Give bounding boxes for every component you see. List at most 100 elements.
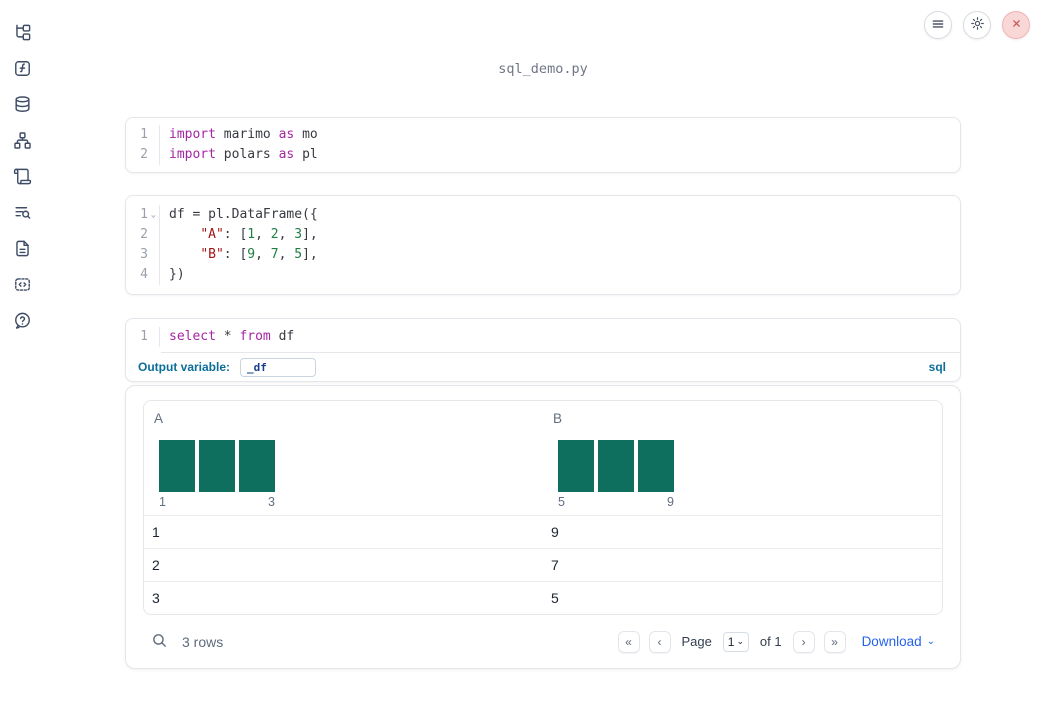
column-name[interactable]: A [144, 411, 543, 426]
histogram-bar[interactable] [199, 440, 235, 492]
sql-language-badge: sql [928, 360, 946, 374]
gutter-spacer [148, 145, 160, 165]
gutter-spacer [148, 265, 160, 285]
close-icon [1010, 17, 1023, 33]
file-tree-icon [13, 23, 32, 45]
histogram-axis-labels: 1 3 [159, 495, 275, 509]
pagination: « ‹ Page 1 ⌄ of 1 › » Download ⌄ [617, 630, 944, 653]
output-variable-input[interactable] [240, 357, 317, 377]
chevrons-left-icon: « [625, 634, 632, 649]
sidebar [0, 0, 44, 713]
table-cell: 1 [152, 524, 160, 540]
sidebar-item-help[interactable] [11, 312, 33, 331]
search-icon[interactable] [151, 632, 168, 652]
histogram-min-label: 1 [159, 495, 166, 509]
sidebar-item-snippets[interactable] [11, 276, 33, 295]
page-select-value: 1 [727, 634, 735, 649]
histogram-axis-labels: 5 9 [558, 495, 674, 509]
code-cell-dataframe[interactable]: 1 ⌄ df = pl.DataFrame({2 "A": [1, 2, 3], 3 … [125, 195, 961, 295]
column-name[interactable]: B [543, 411, 942, 426]
line-number: 1 [140, 329, 148, 344]
histogram-bar[interactable] [239, 440, 275, 492]
table-cell: 7 [551, 557, 559, 573]
sidebar-item-dependency-graph[interactable] [11, 131, 33, 153]
histogram-max-label: 9 [667, 495, 674, 509]
table-cell: 3 [152, 590, 160, 606]
table-row[interactable]: 27 [144, 548, 942, 581]
line-number: 2 [140, 227, 148, 242]
code-line-text[interactable]: import marimo as mo [160, 125, 318, 145]
line-number: 1 [140, 207, 148, 222]
code-snippet-icon [13, 275, 32, 297]
code-line-text[interactable]: }) [160, 265, 185, 285]
sql-cell-footer: Output variable: sql [126, 353, 960, 381]
sidebar-item-file-tree[interactable] [11, 24, 33, 43]
sidebar-item-datasources[interactable] [11, 95, 33, 117]
table-output-card: A 1 3 B 5 9 1 9 2 7 3 5 3 rows « ‹ Page … [125, 385, 961, 669]
code-editor[interactable]: 1 ⌄ df = pl.DataFrame({2 "A": [1, 2, 3], 3 … [126, 205, 960, 285]
chevron-left-icon: ‹ [657, 634, 662, 649]
gutter-spacer [148, 327, 160, 347]
code-editor[interactable]: 1 select * from df [126, 319, 960, 352]
notebook-title: sql_demo.py [498, 61, 588, 77]
histogram-bar[interactable] [598, 440, 634, 492]
topbar [924, 11, 1030, 39]
previous-page-button[interactable]: ‹ [648, 630, 671, 653]
gutter-spacer [148, 245, 160, 265]
code-line-text[interactable]: df = pl.DataFrame({ [160, 205, 318, 225]
sidebar-item-tracing[interactable] [11, 204, 33, 223]
line-number: 4 [140, 267, 148, 282]
menu-button[interactable] [924, 11, 952, 39]
histogram-bar[interactable] [558, 440, 594, 492]
code-line-text[interactable]: "B": [9, 7, 5], [160, 245, 317, 265]
scroll-icon [13, 167, 32, 189]
last-page-button[interactable]: » [823, 630, 846, 653]
histogram-min-label: 5 [558, 495, 565, 509]
table-row[interactable]: 35 [144, 581, 942, 614]
code-editor[interactable]: 1 import marimo as mo 2 import polars as pl [126, 125, 960, 165]
page-select[interactable]: 1 ⌄ [722, 631, 749, 652]
column-histogram[interactable]: 5 9 [558, 440, 674, 509]
table-row[interactable]: 19 [144, 515, 942, 548]
sidebar-item-documentation[interactable] [11, 240, 33, 259]
code-line-text[interactable]: import polars as pl [160, 145, 318, 165]
file-text-icon [13, 239, 32, 261]
settings-button[interactable] [963, 11, 991, 39]
histogram-bar[interactable] [159, 440, 195, 492]
notebook-cells: 1 import marimo as mo 2 import polars as pl… [125, 117, 961, 669]
sql-cell[interactable]: 1 select * from df Output variable: sql [125, 318, 961, 382]
first-page-button[interactable]: « [617, 630, 640, 653]
help-circle-icon [13, 311, 32, 333]
list-search-icon [13, 203, 32, 225]
chevrons-right-icon: » [831, 634, 838, 649]
page-label: Page [681, 634, 712, 649]
chevron-down-icon: ⌄ [736, 636, 744, 646]
gutter-spacer [148, 225, 160, 245]
table-body: 192735 [144, 515, 942, 614]
download-button[interactable]: Download ⌄ [862, 634, 935, 649]
sidebar-item-functions[interactable] [11, 60, 33, 79]
output-variable-label: Output variable: [138, 360, 231, 374]
database-icon [13, 95, 32, 117]
gutter-spacer [148, 125, 160, 145]
gear-icon [970, 16, 985, 34]
next-page-button[interactable]: › [792, 630, 815, 653]
column-header-b: B 5 9 [543, 401, 942, 515]
fold-chevron-icon[interactable]: ⌄ [148, 205, 160, 225]
histogram-bar[interactable] [638, 440, 674, 492]
line-number: 2 [140, 147, 148, 162]
table-cell: 2 [152, 557, 160, 573]
column-header-a: A 1 3 [144, 401, 543, 515]
shutdown-button[interactable] [1002, 11, 1030, 39]
sitemap-icon [13, 131, 32, 153]
code-line-text[interactable]: select * from df [160, 327, 294, 347]
column-histogram[interactable]: 1 3 [159, 440, 275, 509]
marimo-app: sql_demo.py 1 import marimo as mo 2 import … [0, 0, 1043, 713]
code-cell-imports[interactable]: 1 import marimo as mo 2 import polars as pl [125, 117, 961, 173]
line-number: 1 [140, 127, 148, 142]
chevron-down-icon: ⌄ [926, 635, 935, 647]
download-label: Download [861, 634, 922, 649]
chevron-right-icon: › [801, 634, 806, 649]
code-line-text[interactable]: "A": [1, 2, 3], [160, 225, 317, 245]
sidebar-item-logs[interactable] [11, 168, 33, 187]
